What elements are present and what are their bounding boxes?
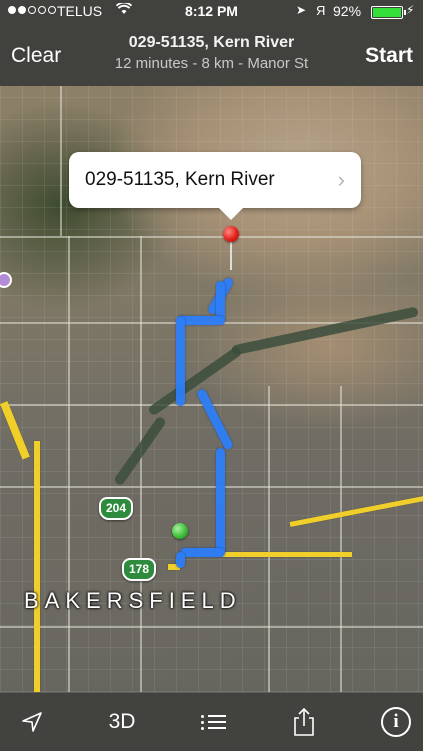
street [0,626,423,628]
route-details: 12 minutes - 8 km - Manor St [114,55,309,72]
chevron-right-icon[interactable]: › [338,167,345,193]
route-line [176,316,185,406]
street [140,236,142,692]
street [60,86,62,236]
route-line [178,316,225,325]
city-label: BAKERSFIELD [24,588,242,613]
battery-icon [371,6,406,19]
status-bar: TELUS 8:12 PM ➤ Я 92% ⚡ [0,0,423,22]
list-icon[interactable] [196,703,232,741]
route-destination-title: 029-51135, Kern River [128,34,295,51]
3d-button[interactable]: 3D [102,703,142,741]
destination-pin[interactable] [223,226,239,242]
highway [222,552,352,557]
bottom-toolbar: 3D i [0,692,423,751]
start-pin[interactable] [172,523,188,539]
start-button[interactable]: Start [365,44,413,68]
street [268,386,270,692]
battery-percentage: 92% [333,3,362,19]
destination-pin-stem [230,238,232,270]
route-summary: 029-51135, Kern River 12 minutes - 8 km … [80,34,343,72]
street [0,236,423,238]
location-arrow-icon[interactable] [14,703,50,741]
street [68,236,70,692]
highway-178-shield: 178 [122,558,156,581]
callout-title: 029-51135, Kern River [85,169,275,190]
route-line [176,552,185,568]
navigation-bar: TELUS 8:12 PM ➤ Я 92% ⚡ Clear 029-51135,… [0,0,423,86]
share-icon[interactable] [286,703,322,741]
highway-204-shield: 204 [99,497,133,520]
location-services-icon: ➤ [296,3,307,17]
info-icon[interactable]: i [378,703,414,741]
bluetooth-icon: Я [316,3,326,18]
highway [34,441,40,692]
route-line [216,448,225,556]
street [340,386,342,692]
street [0,486,423,488]
clear-button[interactable]: Clear [11,44,61,68]
map-view[interactable]: 204 178 029-51135, Kern River › BAKERSFI… [0,86,423,692]
destination-callout[interactable]: 029-51135, Kern River › [69,152,361,220]
charging-bolt-icon: ⚡ [406,3,415,17]
route-line [180,548,225,557]
